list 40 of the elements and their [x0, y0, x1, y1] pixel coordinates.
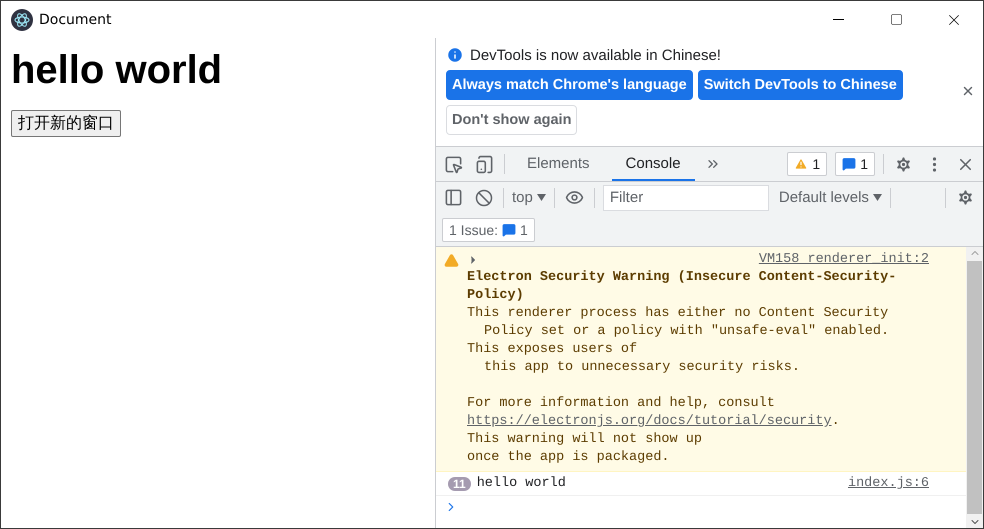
warning-icon [794, 157, 808, 171]
context-dropdown[interactable]: top [512, 189, 546, 206]
log-text: hello world [476, 476, 567, 491]
message-text: once the app is packaged. [467, 449, 671, 467]
warnings-counter[interactable]: 1 [787, 152, 828, 176]
info-icon [446, 46, 464, 64]
open-window-button[interactable]: 打开新的窗口 [11, 110, 121, 137]
infobar-button[interactable]: Switch DevTools to Chinese [698, 70, 903, 100]
filter-field[interactable]: Filter [602, 184, 769, 210]
message-text: this app to unnecessary security risks. [483, 359, 801, 377]
scrollbar[interactable] [966, 247, 983, 528]
message-icon [502, 222, 516, 236]
page-heading: hello world [11, 48, 224, 92]
message-text: This renderer process has either no Content Security [467, 305, 890, 323]
infobar-button[interactable]: Don't show again [446, 105, 578, 135]
warning-title: Electron Security Warning (Insecure Content-Security-Policy) [467, 269, 898, 305]
app-logo [11, 8, 33, 30]
caret-icon [872, 194, 882, 201]
message-text: For more information and help, consult [467, 395, 776, 413]
source-link[interactable]: VM158 renderer_init:2 [758, 251, 929, 269]
message-text: This warning will not show up [467, 431, 703, 449]
message-icon [842, 157, 856, 171]
repeat-count: 11 [448, 476, 471, 490]
info-message: DevTools is now available in Chinese! [470, 46, 721, 64]
maximize-icon [890, 13, 902, 26]
devtools-tab[interactable]: Elements [513, 147, 604, 181]
window-title: Document [39, 12, 113, 28]
source-link[interactable]: index.js:6 [848, 476, 929, 491]
message-text: . [832, 413, 840, 431]
message-text: This exposes users of [467, 341, 638, 359]
messages-counter[interactable]: 1 [835, 152, 875, 176]
caret-icon [536, 194, 546, 201]
security-link[interactable]: https://electronjs.org/docs/tutorial/security [467, 413, 832, 431]
close-icon[interactable] [961, 84, 975, 98]
levels-dropdown[interactable]: Default levels [778, 189, 882, 206]
infobar-button[interactable]: Always match Chrome's language [446, 70, 693, 100]
issues-button[interactable]: 1 Issue: 1 [442, 218, 535, 242]
warning-icon [444, 253, 459, 268]
minimize-icon [832, 19, 844, 20]
message-text: Policy set or a policy with "unsafe-eval" enabled. [483, 323, 890, 341]
